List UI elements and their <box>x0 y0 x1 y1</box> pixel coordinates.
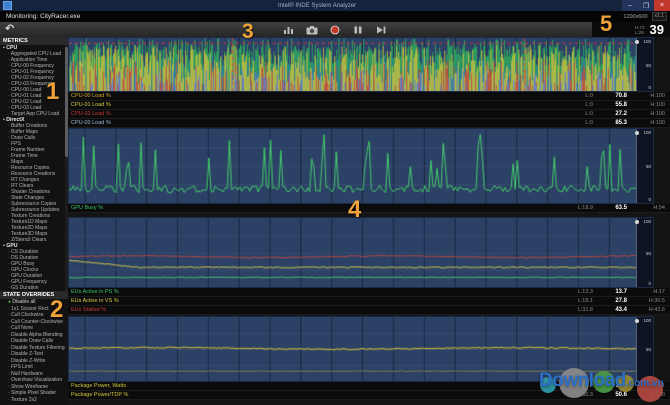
close-button[interactable]: × <box>654 0 670 11</box>
pause-icon[interactable] <box>352 25 364 35</box>
legend-high: H:94 <box>627 205 670 211</box>
legend-low: L:0 <box>557 102 593 108</box>
annotation-5: 5 <box>600 11 612 37</box>
status-bar: Monitoring: CityRacer.exe 1200x600 x1.1 <box>0 11 670 22</box>
legend-high: H:30.5 <box>627 298 670 304</box>
fps-low: L:29 <box>635 30 645 35</box>
gpu-busy-legend: GPU Busy %L:18.963.5H:94 <box>68 204 670 213</box>
legend-row[interactable]: EUs Active in VS %L:18.127.8H:30.5 <box>68 297 670 306</box>
legend-name: Package Power, Watts <box>68 383 557 389</box>
legend-high: H:17 <box>627 289 670 295</box>
cpu-load-chart[interactable]: 100 50 0 <box>68 37 654 92</box>
annotation-2: 2 <box>50 296 63 324</box>
axis-label: 100 <box>643 318 651 323</box>
toolbar: ↶ <box>0 22 670 38</box>
legend-low: L:0 <box>557 120 593 126</box>
maximize-button[interactable]: ❐ <box>638 0 654 11</box>
legend-val: 85.3 <box>593 120 627 126</box>
legend-name: CPU-00 Load % <box>68 93 557 99</box>
legend-name: EUs Stalled % <box>68 307 557 313</box>
axis-label: 50 <box>646 63 651 68</box>
legend-low: L:31.8 <box>557 307 593 313</box>
chart-area: 100 50 0 CPU-00 Load %L:070.8H:100CPU-01… <box>68 37 670 405</box>
legend-low: L:18.9 <box>557 205 593 211</box>
axis-label: 0 <box>648 85 651 90</box>
legend-high: H:100 <box>627 102 670 108</box>
legend-low: L:0 <box>557 93 593 99</box>
axis-slider-handle[interactable] <box>635 220 639 224</box>
watermark-suffix: .com.vn <box>626 378 664 389</box>
fps-value: 39 <box>650 22 670 37</box>
legend-name: GPU Busy % <box>68 205 557 211</box>
legend-low: L:0 <box>557 111 593 117</box>
axis-label: 50 <box>646 164 651 169</box>
legend-high: H:100 <box>627 93 670 99</box>
annotation-3: 3 <box>242 20 254 44</box>
axis-slider-handle[interactable] <box>635 40 639 44</box>
legend-row[interactable]: EUs Active in PS %L:13.313.7H:17 <box>68 288 670 297</box>
keyframe-icon[interactable] <box>375 25 387 35</box>
axis-label: 50 <box>646 347 651 352</box>
legend-name: CPU-01 Load % <box>68 102 557 108</box>
watermark-text: Download <box>539 370 626 391</box>
legend-val: 63.5 <box>593 205 627 211</box>
minimize-button[interactable]: – <box>622 0 638 11</box>
axis-label: 50 <box>646 251 651 256</box>
record-icon[interactable] <box>329 25 341 35</box>
legend-high: H:100 <box>627 120 670 126</box>
axis-label: 100 <box>643 219 651 224</box>
legend-val: 27.8 <box>593 298 627 304</box>
axis-slider-handle[interactable] <box>635 131 639 135</box>
title-bar: Intel® INDE System Analyzer – ❐ × <box>0 0 670 11</box>
axis-label: 100 <box>643 39 651 44</box>
eu-activity-chart[interactable]: 100 50 0 <box>68 217 654 288</box>
window-title: Intel® INDE System Analyzer <box>12 3 622 9</box>
axis-label: 100 <box>643 130 651 135</box>
legend-val: 27.2 <box>593 111 627 117</box>
legend-val: 70.8 <box>593 93 627 99</box>
legend-row[interactable]: CPU-00 Load %L:070.8H:100 <box>68 92 670 101</box>
legend-low: L:13.3 <box>557 289 593 295</box>
scale-box[interactable]: x1.1 <box>652 12 667 21</box>
override-item[interactable]: Texture 2x2 <box>0 397 68 404</box>
metrics-header: METRICS <box>0 37 68 45</box>
legend-val: 13.7 <box>593 289 627 295</box>
legend-val: 55.8 <box>593 102 627 108</box>
camera-icon[interactable] <box>306 25 318 35</box>
legend-val: 43.4 <box>593 307 627 313</box>
legend-name: CPU-02 Load % <box>68 111 557 117</box>
axis-slider-handle[interactable] <box>635 319 639 323</box>
legend-row[interactable]: CPU-02 Load %L:027.2H:100 <box>68 110 670 119</box>
legend-name: CPU-03 Load % <box>68 120 557 126</box>
resolution-label: 1200x600 <box>623 14 647 20</box>
legend-high: H:43.6 <box>627 307 670 313</box>
axis-label: 0 <box>648 281 651 286</box>
legend-name: EUs Active in VS % <box>68 298 557 304</box>
watermark: Download.com.vn <box>538 355 670 403</box>
bar-chart-icon[interactable] <box>283 25 295 35</box>
legend-row[interactable]: CPU-03 Load %L:085.3H:100 <box>68 119 670 128</box>
monitoring-label: Monitoring: CityRacer.exe <box>0 13 623 20</box>
back-button[interactable]: ↶ <box>5 22 14 37</box>
annotation-4: 4 <box>348 196 361 224</box>
annotation-1: 1 <box>46 78 59 106</box>
legend-row[interactable]: CPU-01 Load %L:055.8H:100 <box>68 101 670 110</box>
legend-high: H:100 <box>627 111 670 117</box>
override-item[interactable]: Overdraw Visualization <box>0 377 68 384</box>
gpu-busy-chart[interactable]: 100 50 0 <box>68 128 654 204</box>
cpu-load-legend: CPU-00 Load %L:070.8H:100CPU-01 Load %L:… <box>68 92 670 128</box>
legend-row[interactable]: EUs Stalled %L:31.843.4H:43.6 <box>68 306 670 315</box>
legend-low: L:18.1 <box>557 298 593 304</box>
axis-label: 0 <box>648 197 651 202</box>
legend-name: EUs Active in PS % <box>68 289 557 295</box>
app-icon <box>3 1 12 10</box>
eu-activity-legend: EUs Active in PS %L:13.313.7H:17EUs Acti… <box>68 288 670 315</box>
legend-row[interactable]: GPU Busy %L:18.963.5H:94 <box>68 204 670 213</box>
legend-name: Package Power/TDP % <box>68 392 557 398</box>
